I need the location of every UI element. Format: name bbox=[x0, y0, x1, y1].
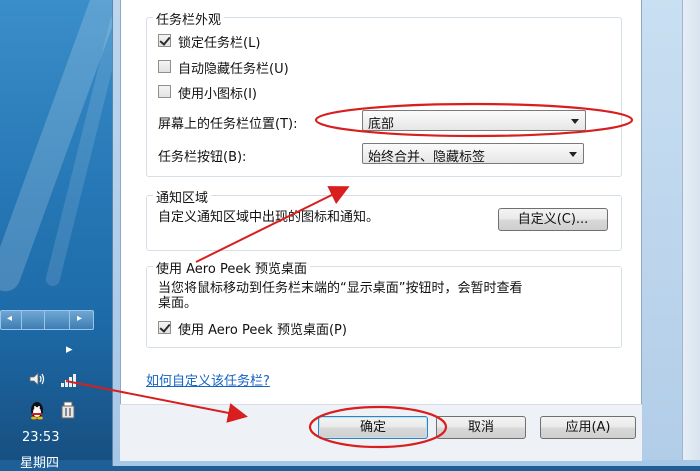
aero-peek-checkbox[interactable] bbox=[158, 321, 171, 334]
tray-scroll-segment[interactable] bbox=[45, 311, 70, 329]
small-icons-label[interactable]: 使用小图标(I) bbox=[178, 83, 257, 102]
ok-button[interactable]: 确定 bbox=[318, 416, 428, 439]
usb-device-icon[interactable] bbox=[60, 401, 76, 419]
chevron-down-icon bbox=[571, 119, 579, 124]
cancel-button[interactable]: 取消 bbox=[436, 416, 526, 439]
aero-peek-legend: 使用 Aero Peek 预览桌面 bbox=[153, 258, 310, 277]
taskbar-location-label: 屏幕上的任务栏位置(T): bbox=[158, 117, 298, 132]
volume-icon[interactable] bbox=[28, 370, 46, 388]
qq-penguin-icon[interactable] bbox=[28, 400, 46, 420]
auto-hide-label[interactable]: 自动隐藏任务栏(U) bbox=[178, 58, 289, 77]
desktop-background bbox=[0, 0, 126, 460]
tray-scroll-left[interactable]: ◂ bbox=[1, 311, 22, 329]
customize-taskbar-help-link[interactable]: 如何自定义该任务栏? bbox=[146, 370, 270, 389]
taskbar-buttons-value: 始终合并、隐藏标签 bbox=[368, 150, 486, 165]
notification-legend: 通知区域 bbox=[153, 187, 212, 206]
aero-peek-checkbox-label[interactable]: 使用 Aero Peek 预览桌面(P) bbox=[178, 319, 347, 338]
background-scrollbar[interactable] bbox=[682, 0, 700, 460]
auto-hide-checkbox[interactable] bbox=[158, 60, 171, 73]
aero-peek-description-line1: 当您将鼠标移动到任务栏末端的“显示桌面”按钮时，会暂时查看 bbox=[158, 281, 523, 296]
small-icons-checkbox[interactable] bbox=[158, 85, 171, 98]
tray-overflow-chevron-icon[interactable]: ▸ bbox=[66, 342, 73, 357]
clock-time[interactable]: 23:53 bbox=[22, 430, 59, 445]
tray-scroll-right[interactable]: ▸ bbox=[70, 311, 92, 329]
taskbar-location-value: 底部 bbox=[368, 117, 395, 132]
customize-notification-button[interactable]: 自定义(C)... bbox=[498, 208, 608, 231]
chevron-down-icon bbox=[569, 152, 577, 157]
appearance-legend: 任务栏外观 bbox=[153, 9, 225, 28]
background-window-edge bbox=[642, 0, 700, 460]
tray-scroll-segment[interactable] bbox=[22, 311, 45, 329]
apply-button[interactable]: 应用(A) bbox=[540, 416, 636, 439]
taskbar-buttons-label: 任务栏按钮(B): bbox=[158, 150, 247, 165]
notification-description: 自定义通知区域中出现的图标和通知。 bbox=[158, 210, 380, 225]
aero-peek-description-line2: 桌面。 bbox=[158, 296, 198, 311]
lock-taskbar-label[interactable]: 锁定任务栏(L) bbox=[178, 32, 260, 51]
taskbar-location-select[interactable]: 底部 bbox=[362, 110, 586, 132]
lock-taskbar-checkbox[interactable] bbox=[158, 34, 171, 47]
taskbar-buttons-select[interactable]: 始终合并、隐藏标签 bbox=[362, 143, 584, 165]
tray-scroll-bar[interactable]: ◂ ▸ bbox=[0, 310, 94, 330]
network-signal-icon[interactable] bbox=[60, 372, 78, 388]
clock-day[interactable]: 星期四 bbox=[20, 452, 59, 471]
